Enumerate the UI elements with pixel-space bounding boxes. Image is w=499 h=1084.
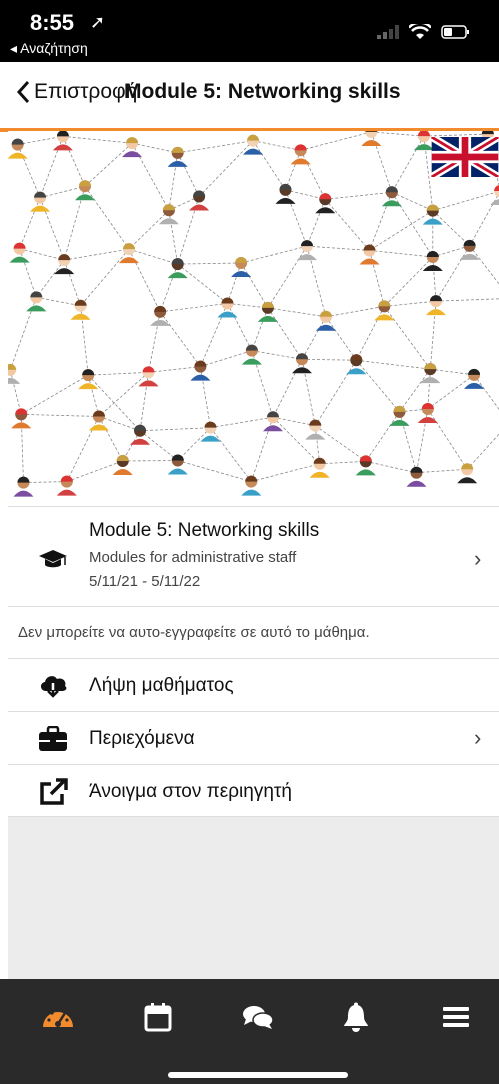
course-title: Module 5: Networking skills xyxy=(89,520,320,541)
cloud-download-icon xyxy=(40,676,67,698)
external-link-icon xyxy=(40,778,68,805)
chat-icon xyxy=(243,1006,274,1029)
chevron-right-icon: › xyxy=(474,546,482,571)
navigation-bar: Επιστροφή Module 5: Networking skills xyxy=(0,62,499,132)
back-button[interactable]: Επιστροφή xyxy=(16,80,137,104)
uk-flag-icon xyxy=(431,137,499,177)
status-bar: 8:55 ➚ ◂ Αναζήτηση xyxy=(0,0,499,62)
course-dates: 5/11/21 - 5/11/22 xyxy=(89,573,201,590)
back-to-app-link[interactable]: ◂ Αναζήτηση xyxy=(10,40,88,57)
empty-area xyxy=(8,817,499,979)
battery-icon xyxy=(441,25,469,39)
course-image xyxy=(8,131,499,507)
course-category: Modules for administrative staff xyxy=(89,549,297,566)
wifi-icon xyxy=(409,24,431,39)
bell-icon xyxy=(344,1002,368,1032)
open-in-browser-label: Άνοιγμα στον περιηγητή xyxy=(89,781,292,802)
tab-dashboard[interactable] xyxy=(38,997,78,1037)
tab-calendar[interactable] xyxy=(138,997,178,1037)
network-of-people-image xyxy=(8,131,499,497)
tab-more[interactable] xyxy=(436,997,476,1037)
tab-bar xyxy=(0,979,499,1084)
calendar-icon xyxy=(144,1003,172,1032)
tab-messages[interactable] xyxy=(238,997,278,1037)
download-course-label: Λήψη μαθήματος xyxy=(89,675,234,696)
enrol-notice: Δεν μπορείτε να αυτο-εγγραφείτε σε αυτό … xyxy=(18,624,370,641)
location-arrow-icon: ➚ xyxy=(90,12,106,32)
briefcase-icon xyxy=(39,726,67,751)
contents-label: Περιεχόμενα xyxy=(89,728,195,749)
menu-icon xyxy=(443,1007,469,1027)
tab-notifications[interactable] xyxy=(336,997,376,1037)
graduation-cap-icon xyxy=(39,550,67,568)
chevron-left-icon xyxy=(16,80,30,104)
status-time: 8:55 xyxy=(30,10,75,35)
download-course-button[interactable] xyxy=(8,658,499,712)
chevron-right-icon: › xyxy=(474,725,482,750)
back-label: Επιστροφή xyxy=(34,80,138,103)
contents-button[interactable] xyxy=(8,711,499,765)
home-indicator xyxy=(168,1072,348,1078)
page-title: Module 5: Networking skills xyxy=(124,80,401,103)
dashboard-icon xyxy=(43,1008,73,1027)
status-icons xyxy=(377,24,471,40)
signal-icon xyxy=(377,25,399,39)
